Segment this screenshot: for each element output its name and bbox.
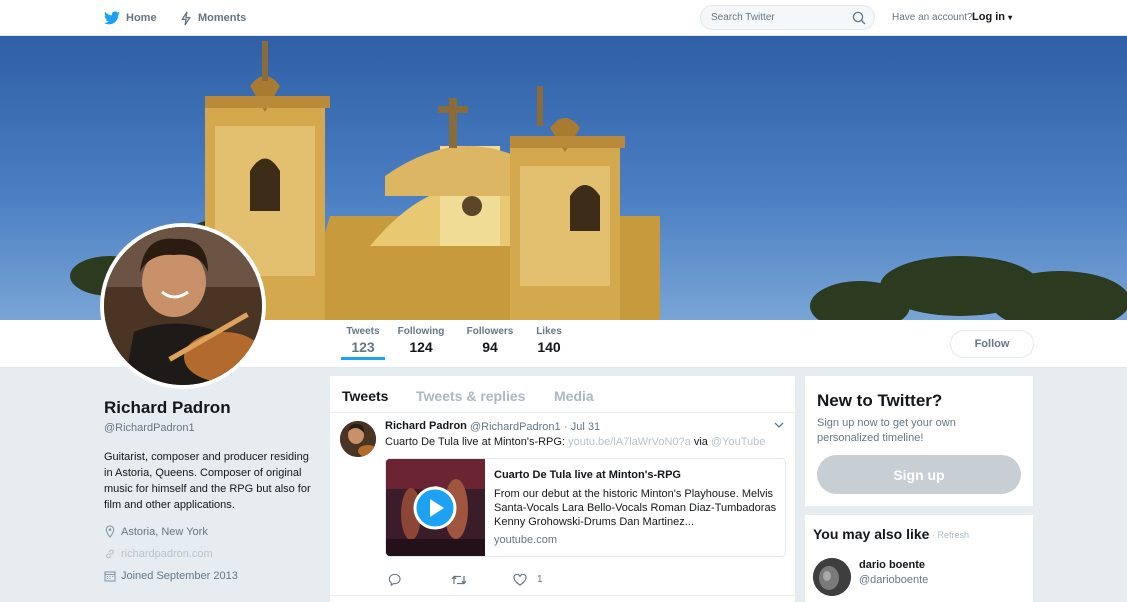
stat-likes[interactable]: Likes 140	[533, 326, 565, 355]
profile-joined: Joined September 2013	[104, 570, 319, 582]
tweet-via: via	[693, 436, 708, 448]
login-link[interactable]: Log in ▾	[972, 11, 1012, 23]
like-button[interactable]: 1	[513, 573, 543, 586]
reply-icon	[388, 573, 401, 586]
profile-location-text: Astoria, New York	[121, 525, 208, 538]
suggested-user-avatar[interactable]	[813, 558, 851, 596]
signup-subtitle: Sign up now to get your own personalized…	[817, 417, 956, 444]
profile-joined-text: Joined September 2013	[121, 570, 238, 582]
signup-module: New to Twitter? Sign up now to get your …	[805, 376, 1033, 506]
timeline: Tweets Tweets & replies Media Richard Pa…	[330, 376, 795, 602]
stat-value: 123	[351, 339, 375, 355]
link-card[interactable]: Cuarto De Tula live at Minton's-RPG From…	[385, 458, 786, 557]
card-title: Cuarto De Tula live at Minton's-RPG	[494, 469, 681, 481]
tab-tweets[interactable]: Tweets	[342, 388, 388, 404]
retweet-button[interactable]	[451, 574, 467, 586]
avatar-photo	[104, 227, 262, 385]
stat-value: 94	[482, 339, 498, 355]
twitter-bird-icon	[104, 11, 120, 25]
profile-name: Richard Padron	[104, 398, 231, 417]
login-label: Log in	[972, 11, 1005, 23]
tweet-link[interactable]: youtu.be/lA7laWrVoN0?a	[568, 436, 691, 448]
link-icon	[106, 549, 114, 559]
stat-following[interactable]: Following 124	[397, 326, 445, 355]
suggested-user-handle[interactable]: @darioboente	[859, 574, 928, 586]
top-navigation-bar: Home Moments Have an account? Log in ▾	[0, 0, 1127, 36]
profile-location: Astoria, New York	[104, 525, 319, 538]
tweet-via-handle[interactable]: @YouTube	[711, 436, 765, 448]
stat-label: Followers	[466, 326, 514, 337]
suggestions-title: You may also like	[813, 526, 930, 542]
tab-tweets-and-replies[interactable]: Tweets & replies	[416, 388, 525, 404]
nav-moments[interactable]: Moments	[180, 0, 246, 36]
signup-title: New to Twitter?	[817, 391, 943, 410]
tweet-actions: 1	[388, 573, 543, 586]
location-pin-icon	[105, 525, 115, 538]
stat-label: Likes	[536, 326, 562, 337]
tweet-author-handle[interactable]: @RichardPadron1	[470, 421, 561, 433]
account-prompt: Have an account?	[892, 12, 973, 23]
card-domain: youtube.com	[494, 534, 557, 546]
retweet-icon	[451, 575, 467, 584]
nav-home[interactable]: Home	[104, 0, 157, 36]
stat-label: Following	[397, 326, 445, 337]
nav-home-label: Home	[126, 12, 157, 24]
search-box	[700, 5, 875, 30]
tweet-author-name[interactable]: Richard Padron	[385, 420, 467, 432]
suggestions-module: You may also like · Refresh dario boente…	[805, 515, 1033, 602]
tab-media[interactable]: Media	[554, 388, 594, 404]
search-icon[interactable]	[852, 11, 866, 25]
card-description: From our debut at the historic Minton's …	[494, 488, 777, 528]
signup-button[interactable]: Sign up	[817, 455, 1021, 494]
refresh-link[interactable]: · Refresh	[932, 530, 969, 540]
like-count: 1	[537, 574, 543, 585]
tweet-author-avatar[interactable]	[340, 421, 376, 457]
lightning-icon	[181, 11, 191, 25]
stat-tweets[interactable]: Tweets 123	[341, 326, 385, 360]
chevron-down-icon: ▾	[1008, 13, 1013, 22]
tweet-text: Cuarto De Tula live at Minton's-RPG: you…	[385, 436, 765, 448]
video-thumbnail[interactable]	[386, 459, 485, 556]
follow-button[interactable]: Follow	[950, 330, 1034, 358]
suggested-user-name[interactable]: dario boente	[859, 559, 925, 571]
play-icon[interactable]	[413, 486, 457, 530]
heart-icon	[513, 573, 527, 586]
profile-handle[interactable]: @RichardPadron1	[104, 422, 319, 434]
calendar-icon	[104, 571, 116, 582]
tweet-body: Cuarto De Tula live at Minton's-RPG:	[385, 436, 566, 448]
stat-label: Tweets	[346, 326, 380, 337]
divider	[330, 595, 795, 596]
stat-value: 140	[537, 339, 561, 355]
stat-followers[interactable]: Followers 94	[466, 326, 514, 355]
chevron-down-icon[interactable]	[774, 422, 784, 429]
tweet-date[interactable]: · Jul 31	[564, 421, 600, 433]
profile-website[interactable]: richardpadron.com	[104, 548, 319, 560]
profile-bio: Guitarist, composer and producer residin…	[104, 451, 311, 511]
profile-info: Richard Padron @RichardPadron1 Guitarist…	[104, 398, 319, 582]
search-input[interactable]	[711, 12, 846, 23]
stat-value: 124	[409, 339, 433, 355]
timeline-tabs: Tweets Tweets & replies Media	[330, 376, 795, 413]
nav-moments-label: Moments	[198, 12, 247, 24]
profile-avatar[interactable]	[100, 223, 266, 389]
reply-button[interactable]	[388, 573, 401, 586]
profile-website-text[interactable]: richardpadron.com	[121, 548, 213, 560]
